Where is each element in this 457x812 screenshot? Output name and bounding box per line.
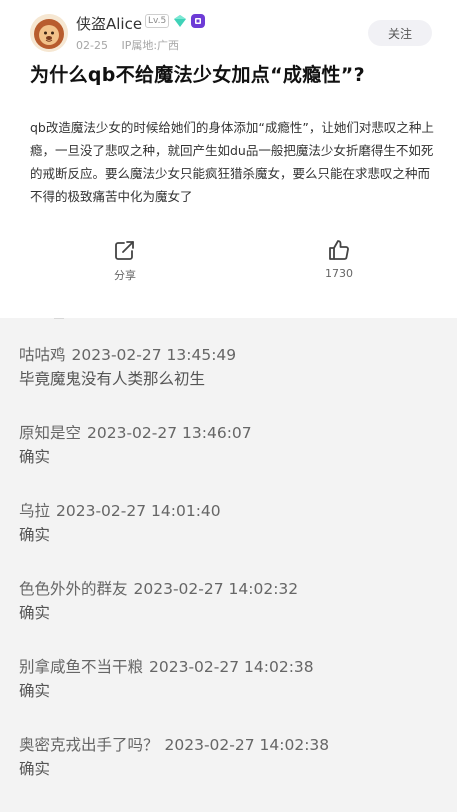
comment-meta: 色色外外的群友 2023-02-27 14:02:32: [19, 578, 449, 600]
comment-meta: 原知是空 2023-02-27 13:46:07: [19, 422, 449, 444]
comment-time: 2023-02-27 13:45:49: [71, 346, 237, 364]
comment-text: 确实: [19, 682, 51, 700]
comment-meta: 奥密克戎出手了吗？ 2023-02-27 14:02:38: [19, 734, 449, 756]
level-badge: Lv.5: [145, 14, 170, 28]
comment-list: 咕咕鸡 2023-02-27 13:45:49 毕竟魔鬼没有人类那么初生 原知是空…: [19, 344, 449, 812]
comment-user[interactable]: 原知是空: [19, 424, 81, 442]
share-label: 分享: [114, 269, 136, 282]
avatar[interactable]: [30, 14, 68, 52]
divider: [54, 318, 64, 319]
comment-user[interactable]: 别拿咸鱼不当干粮: [19, 658, 143, 676]
comment-time: 2023-02-27 14:01:40: [56, 502, 221, 520]
comment-item: 咕咕鸡 2023-02-27 13:45:49 毕竟魔鬼没有人类那么初生: [19, 344, 449, 422]
comment-user[interactable]: 奥密克戎出手了吗？: [19, 736, 159, 754]
like-button[interactable]: 1730: [309, 238, 369, 280]
comment-item: 色色外外的群友 2023-02-27 14:02:32 确实: [19, 578, 449, 656]
comment-item: 原知是空 2023-02-27 13:46:07 确实: [19, 422, 449, 500]
comment-user[interactable]: 乌拉: [19, 502, 50, 520]
vip-badge-icon: [191, 14, 206, 28]
comment-item: 别拿咸鱼不当干粮 2023-02-27 14:02:38 确实: [19, 656, 449, 734]
comment-time: 2023-02-27 14:02:38: [149, 658, 314, 676]
comment-item: 奥密克戎出手了吗？ 2023-02-27 14:02:38 确实: [19, 734, 449, 812]
like-count: 1730: [325, 267, 353, 280]
follow-button[interactable]: 关注: [368, 20, 432, 46]
diamond-icon: [174, 15, 187, 27]
post-body: qb改造魔法少女的时候给她们的身体添加“成瘾性”，让她们对悲叹之种上瘾，一旦没了…: [30, 120, 434, 204]
comment-item: 乌拉 2023-02-27 14:01:40 确实: [19, 500, 449, 578]
author-name[interactable]: 侠盗Alice: [76, 13, 142, 34]
comment-text: 确实: [19, 526, 51, 544]
comment-meta: 别拿咸鱼不当干粮 2023-02-27 14:02:38: [19, 656, 449, 678]
author-badges: Lv.5: [145, 14, 206, 28]
post-card: 侠盗Alice Lv.5 02-25 IP属地:广西 关注 为什么qb不给魔法少…: [0, 0, 457, 318]
ip-location: IP属地:广西: [121, 39, 180, 52]
comment-text: 确实: [19, 448, 51, 466]
lion-avatar-icon: [30, 14, 68, 52]
comment-meta: 咕咕鸡 2023-02-27 13:45:49: [19, 344, 449, 366]
comment-time: 2023-02-27 13:46:07: [87, 424, 252, 442]
comment-meta: 乌拉 2023-02-27 14:01:40: [19, 500, 449, 522]
comment-time: 2023-02-27 14:02:32: [133, 580, 299, 598]
comment-user[interactable]: 色色外外的群友: [19, 580, 128, 598]
comment-text: 确实: [19, 760, 51, 778]
share-icon: [115, 241, 134, 260]
post-date: 02-25: [76, 39, 108, 52]
share-button[interactable]: 分享: [95, 238, 155, 283]
post-meta: 02-25 IP属地:广西: [76, 37, 179, 53]
post-title: 为什么qb不给魔法少女加点“成瘾性”?: [30, 64, 365, 86]
comment-time: 2023-02-27 14:02:38: [164, 736, 330, 754]
comment-text: 毕竟魔鬼没有人类那么初生: [19, 370, 206, 388]
comment-user[interactable]: 咕咕鸡: [19, 346, 66, 364]
comment-text: 确实: [19, 604, 51, 622]
thumbs-up-icon: [329, 240, 349, 260]
